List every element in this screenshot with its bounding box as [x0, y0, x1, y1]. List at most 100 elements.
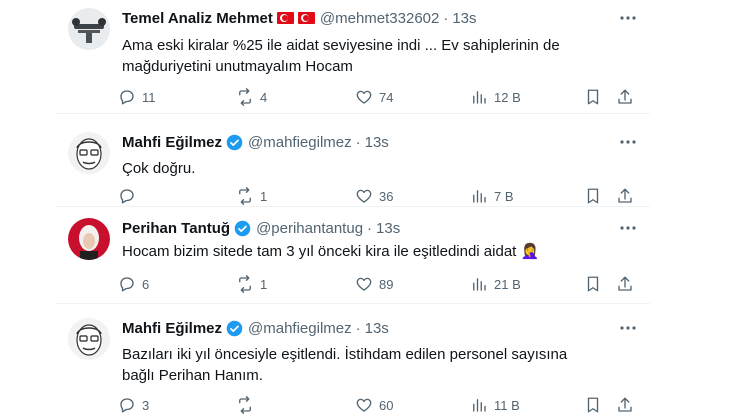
tweet-actions: 3 60 11 B — [118, 395, 638, 415]
views-button[interactable]: 7 B — [470, 186, 514, 206]
tweet-text: Çok doğru. — [122, 160, 196, 177]
heart-icon — [356, 277, 372, 291]
tweet-header: Mahfi Eğilmez @mahfiegilmez · 13s — [122, 132, 389, 152]
reply-button[interactable]: 3 — [118, 395, 149, 415]
timestamp[interactable]: 13s — [376, 220, 400, 237]
reply-button[interactable]: 6 — [118, 274, 149, 294]
timestamp[interactable]: 13s — [365, 320, 389, 337]
display-name[interactable]: Perihan Tantuğ — [122, 220, 230, 237]
tweet-actions: 6 1 89 21 B — [118, 274, 638, 294]
like-button[interactable]: 60 — [355, 395, 393, 415]
avatar[interactable] — [68, 218, 110, 260]
reply-count: 11 — [142, 89, 156, 105]
heart-icon — [356, 90, 372, 104]
facepalm-emoji: 🤦‍♀️ — [520, 243, 540, 260]
retweet-button[interactable]: 4 — [236, 87, 267, 107]
retweet-icon — [239, 187, 251, 205]
tweet-text: Ama eski kiralar %25 ile aidat seviyesin… — [122, 37, 560, 75]
timestamp[interactable]: 13s — [365, 134, 389, 151]
divider — [55, 303, 650, 304]
bookmark-icon — [587, 188, 599, 204]
views-count: 7 B — [494, 188, 514, 204]
bookmark-icon — [587, 276, 599, 292]
user-handle[interactable]: @mahfiegilmez — [248, 320, 352, 337]
bookmark-button[interactable] — [584, 186, 602, 206]
avatar[interactable] — [68, 132, 110, 174]
verified-badge-icon — [226, 134, 243, 150]
display-name[interactable]: Mahfi Eğilmez — [122, 320, 222, 337]
views-button[interactable]: 11 B — [470, 395, 520, 415]
bookmark-button[interactable] — [584, 87, 602, 107]
retweet-icon — [239, 88, 251, 106]
reply-count: 6 — [142, 276, 150, 292]
display-name[interactable]: Mahfi Eğilmez — [122, 134, 222, 151]
share-icon — [618, 89, 632, 104]
more-options-icon[interactable] — [618, 8, 638, 28]
share-button[interactable] — [616, 87, 634, 107]
retweet-count: 1 — [260, 276, 268, 292]
reply-button[interactable] — [118, 186, 142, 206]
avatar[interactable] — [68, 8, 110, 50]
separator-dot: · — [355, 133, 361, 151]
retweet-button[interactable]: 1 — [236, 274, 267, 294]
reply-button[interactable]: 11 — [118, 87, 156, 107]
bookmark-button[interactable] — [584, 274, 602, 294]
retweet-count: 4 — [260, 89, 268, 105]
retweet-button[interactable] — [236, 395, 260, 415]
share-button[interactable] — [616, 186, 634, 206]
share-button[interactable] — [616, 274, 634, 294]
turkey-flag-icon — [297, 12, 315, 24]
verified-badge-icon — [234, 220, 251, 236]
timestamp[interactable]: 13s — [452, 10, 476, 27]
user-handle[interactable]: @mehmet332602 — [320, 10, 439, 27]
share-icon — [618, 397, 632, 412]
heart-icon — [356, 398, 372, 412]
views-chart-icon — [473, 278, 486, 291]
reply-icon — [120, 189, 134, 204]
retweet-button[interactable]: 1 — [236, 186, 267, 206]
verified-badge-icon — [226, 320, 243, 336]
views-chart-icon — [473, 399, 486, 412]
views-count: 11 B — [494, 397, 520, 413]
tweet-text: Bazıları iki yıl öncesiyle eşitlendi. İs… — [122, 346, 568, 384]
more-options-icon[interactable] — [618, 318, 638, 338]
separator-dot: · — [367, 219, 373, 237]
like-button[interactable]: 36 — [355, 186, 393, 206]
views-button[interactable]: 12 B — [470, 87, 521, 107]
user-handle[interactable]: @perihantantug — [256, 220, 363, 237]
share-button[interactable] — [616, 395, 634, 415]
bookmark-button[interactable] — [584, 395, 602, 415]
separator-dot: · — [355, 319, 361, 337]
divider — [55, 206, 650, 207]
like-count: 89 — [379, 276, 394, 292]
like-count: 60 — [379, 397, 394, 413]
views-button[interactable]: 21 B — [470, 274, 521, 294]
turkey-flag-icon — [276, 12, 294, 24]
reply-icon — [120, 398, 134, 413]
tweet-actions: 1 36 7 B — [118, 186, 638, 206]
views-count: 12 B — [494, 89, 521, 105]
like-button[interactable]: 89 — [355, 274, 393, 294]
tweet-text-body: Hocam bizim sitede tam 3 yıl önceki kira… — [122, 243, 517, 260]
more-options-icon[interactable] — [618, 218, 638, 238]
retweet-icon — [239, 396, 251, 414]
views-chart-icon — [473, 91, 486, 104]
retweet-count: 1 — [260, 188, 268, 204]
divider — [55, 113, 650, 114]
share-icon — [618, 276, 632, 291]
views-chart-icon — [473, 190, 486, 203]
reply-count: 3 — [142, 397, 150, 413]
like-button[interactable]: 74 — [355, 87, 393, 107]
avatar[interactable] — [68, 318, 110, 360]
like-count: 74 — [379, 89, 394, 105]
share-icon — [618, 188, 632, 203]
more-options-icon[interactable] — [618, 132, 638, 152]
reply-icon — [120, 277, 134, 292]
separator-dot: · — [443, 9, 449, 27]
tweet-text: Hocam bizim sitede tam 3 yıl önceki kira… — [122, 241, 602, 262]
like-count: 36 — [379, 188, 394, 204]
tweet-header: Mahfi Eğilmez @mahfiegilmez · 13s — [122, 318, 389, 338]
display-name[interactable]: Temel Analiz Mehmet — [122, 10, 273, 27]
tweet-header: Perihan Tantuğ @perihantantug · 13s — [122, 218, 400, 238]
user-handle[interactable]: @mahfiegilmez — [248, 134, 352, 151]
